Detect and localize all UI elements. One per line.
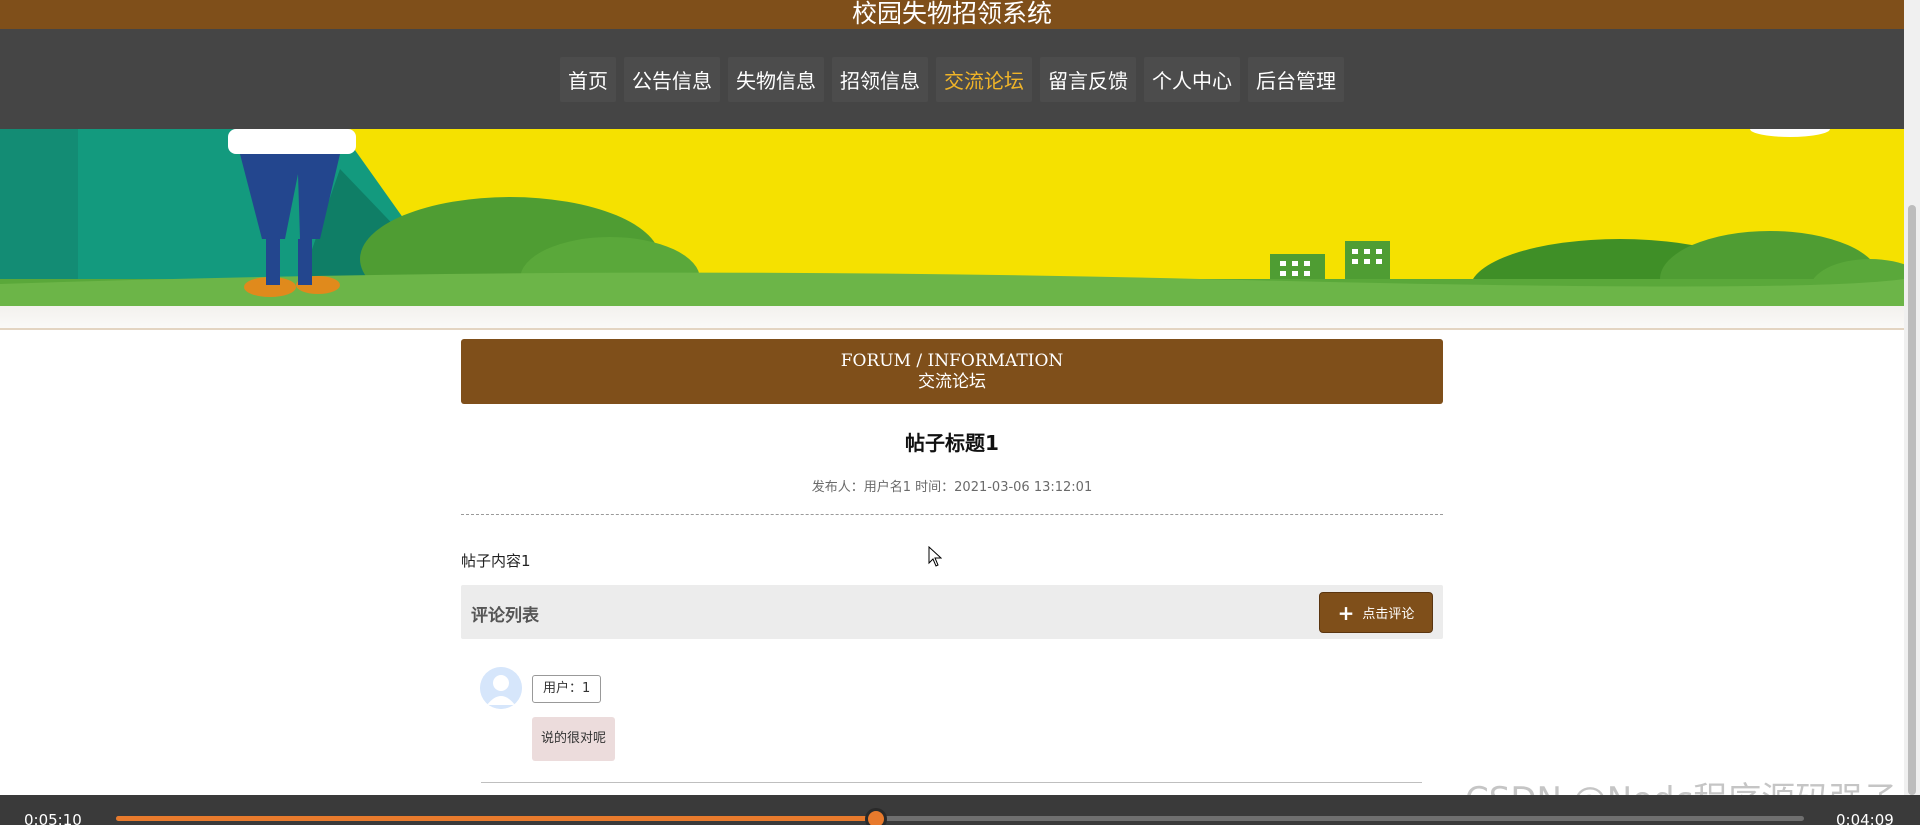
add-comment-label: 点击评论 bbox=[1362, 607, 1415, 622]
nav-item-3[interactable]: 失物信息 bbox=[728, 56, 824, 102]
avatar bbox=[480, 667, 522, 709]
section-title-en: FORUM / INFORMATION bbox=[840, 351, 1064, 371]
progress-fill bbox=[116, 816, 876, 821]
section-header: FORUM / INFORMATION 交流论坛 bbox=[461, 339, 1443, 404]
nav-item-1[interactable]: 首页 bbox=[560, 56, 616, 102]
plus-icon: + bbox=[1337, 600, 1355, 625]
page-scrollbar[interactable] bbox=[1904, 0, 1920, 795]
nav-list: 首页 公告信息 失物信息 招领信息 交流论坛 留言反馈 个人中心 后台管理 bbox=[560, 56, 1344, 102]
total-time: 0:04:09 bbox=[1836, 811, 1894, 825]
progress-handle[interactable] bbox=[864, 808, 887, 825]
section-title-zh: 交流论坛 bbox=[918, 372, 986, 392]
nav-item-4[interactable]: 招领信息 bbox=[832, 56, 928, 102]
comment-list-title: 评论列表 bbox=[471, 606, 539, 626]
site-title: 校园失物招领系统 bbox=[851, 0, 1052, 28]
post-content: 帖子内容1 bbox=[461, 552, 531, 570]
main-nav: 首页 公告信息 失物信息 招领信息 交流论坛 留言反馈 个人中心 后台管理 bbox=[0, 29, 1904, 129]
comment-divider bbox=[481, 782, 1422, 783]
post-title: 帖子标题1 bbox=[905, 431, 999, 455]
video-player-controls: 0:05:10 0:04:09 bbox=[0, 795, 1920, 825]
nav-item-8[interactable]: 后台管理 bbox=[1248, 56, 1344, 102]
banner-illustration bbox=[0, 129, 1904, 306]
post-meta: 发布人：用户名1 时间：2021-03-06 13:12:01 bbox=[811, 480, 1093, 495]
nav-item-5[interactable]: 交流论坛 bbox=[936, 56, 1032, 102]
scrollbar-thumb[interactable] bbox=[1908, 205, 1916, 795]
post-divider bbox=[461, 514, 1443, 515]
nav-item-6[interactable]: 留言反馈 bbox=[1040, 56, 1136, 102]
comment-list-header: 评论列表 + 点击评论 bbox=[461, 585, 1443, 639]
mouse-cursor-icon bbox=[928, 545, 943, 572]
current-time: 0:05:10 bbox=[24, 811, 82, 825]
banner-bottom-strip bbox=[0, 306, 1904, 330]
nav-item-7[interactable]: 个人中心 bbox=[1144, 56, 1240, 102]
nav-item-2[interactable]: 公告信息 bbox=[624, 56, 720, 102]
add-comment-button[interactable]: + 点击评论 bbox=[1319, 592, 1433, 633]
banner-carousel bbox=[0, 129, 1904, 306]
comment-user: 用户：1 bbox=[532, 675, 602, 703]
site-header: 校园失物招领系统 bbox=[0, 0, 1904, 29]
page: 校园失物招领系统 首页 公告信息 失物信息 招领信息 交流论坛 留言反馈 个人中心 后台管理 bbox=[0, 0, 1920, 825]
comment-text: 说的很对呢 bbox=[532, 717, 616, 761]
progress-track[interactable] bbox=[116, 808, 1804, 825]
